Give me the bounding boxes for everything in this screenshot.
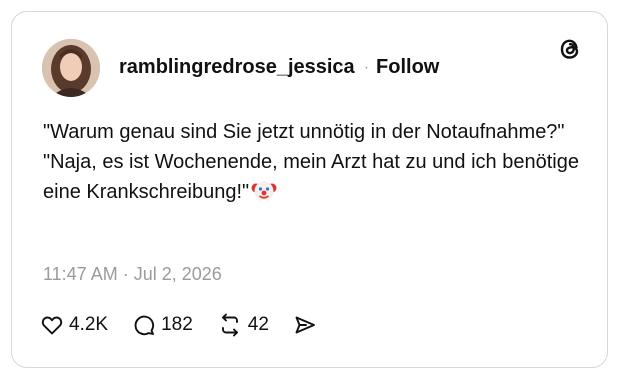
like-button[interactable]: 4.2K <box>40 313 108 337</box>
repost-count: 42 <box>247 314 269 335</box>
speech-bubble-icon <box>134 315 155 336</box>
reply-button[interactable]: 182 <box>132 313 193 337</box>
post-line-question: "Warum genau sind Sie jetzt unnötig in d… <box>43 121 565 143</box>
like-count: 4.2K <box>69 314 109 335</box>
username[interactable]: ramblingredrose_jessica <box>119 56 355 79</box>
paper-plane-icon <box>295 316 315 334</box>
heart-icon <box>41 316 63 335</box>
repost-button[interactable]: 42 <box>217 313 269 337</box>
threads-logo-icon[interactable] <box>557 36 583 62</box>
avatar[interactable] <box>42 39 100 97</box>
post-line-answer: "Naja, es ist Wochenende, mein Arzt hat … <box>43 151 579 203</box>
share-button[interactable] <box>293 313 322 337</box>
post-body: "Warum genau sind Sie jetzt unnötig in d… <box>43 117 583 207</box>
avatar-image <box>42 39 100 97</box>
separator-dot: · <box>363 58 370 76</box>
repost-icon <box>221 313 238 337</box>
post-timestamp: 11:47 AM · Jul 2, 2026 <box>43 264 222 284</box>
clown-face-emoji <box>251 181 277 201</box>
follow-button[interactable]: Follow <box>376 56 439 79</box>
reply-count: 182 <box>161 314 193 335</box>
action-bar: 4.2K 182 42 <box>40 313 346 337</box>
post-card: ramblingredrose_jessica · Follow "Warum … <box>11 11 608 368</box>
post-header: ramblingredrose_jessica · Follow <box>119 56 439 79</box>
